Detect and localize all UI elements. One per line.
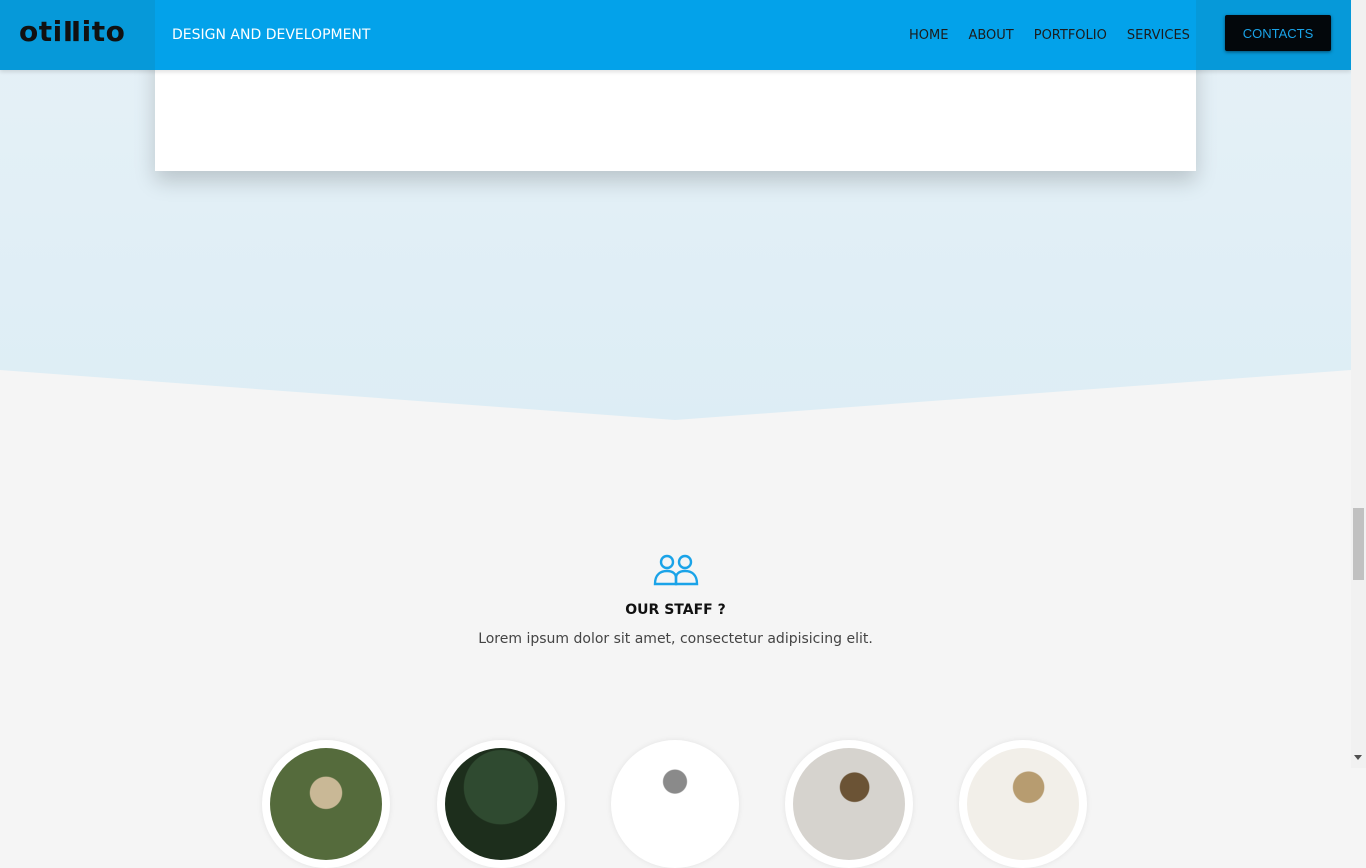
staff-avatar[interactable] (611, 740, 739, 868)
nav-portfolio[interactable]: PORTFOLIO (1034, 28, 1107, 43)
staff-avatar[interactable] (959, 740, 1087, 868)
staff-avatar[interactable] (262, 740, 390, 868)
nav-about[interactable]: ABOUT (968, 28, 1013, 43)
site-tagline: DESIGN AND DEVELOPMENT (172, 27, 371, 43)
scrollbar-thumb[interactable] (1353, 508, 1364, 580)
staff-description: Lorem ipsum dolor sit amet, consectetur … (478, 631, 873, 647)
scroll-down-arrow-icon[interactable] (1354, 755, 1362, 760)
section-divider (0, 370, 1351, 422)
staff-avatar[interactable] (785, 740, 913, 868)
staff-photo-5 (967, 748, 1079, 860)
contacts-button[interactable]: CONTACTS (1225, 15, 1331, 51)
site-header: otiⅡito DESIGN AND DEVELOPMENT HOME ABOU… (0, 0, 1351, 70)
site-logo[interactable]: otiⅡito (19, 15, 125, 48)
main-nav: HOME ABOUT PORTFOLIO SERVICES (909, 28, 1210, 43)
staff-avatar[interactable] (437, 740, 565, 868)
scrollbar-track[interactable] (1351, 0, 1366, 768)
staff-photo-4 (793, 748, 905, 860)
staff-photo-2 (445, 748, 557, 860)
staff-photo-3 (619, 748, 731, 860)
logo-container[interactable]: otiⅡito (0, 0, 155, 70)
people-icon (653, 554, 699, 586)
nav-services[interactable]: SERVICES (1127, 28, 1190, 43)
nav-home[interactable]: HOME (909, 28, 948, 43)
staff-photo-1 (270, 748, 382, 860)
staff-heading: OUR STAFF ? (625, 602, 726, 618)
